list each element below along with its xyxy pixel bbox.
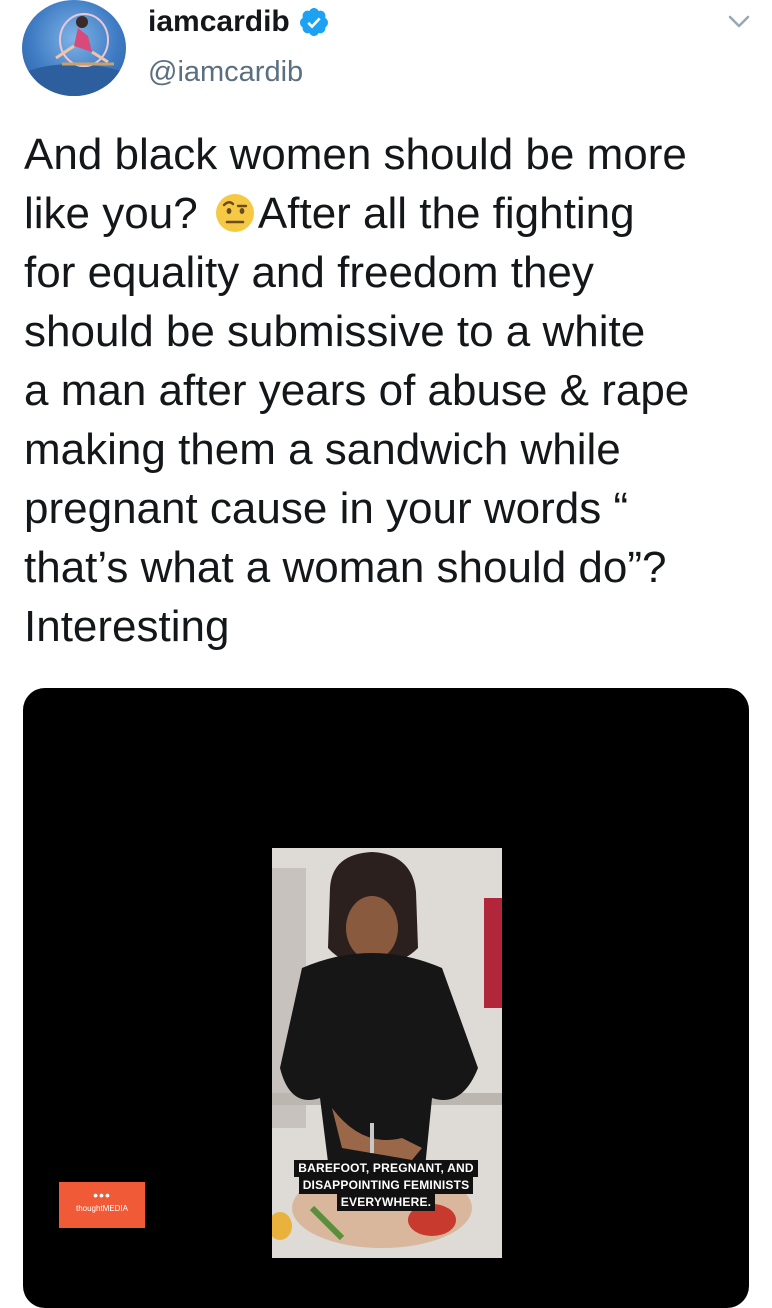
chevron-down-icon[interactable] <box>726 12 752 32</box>
raised-eyebrow-emoji-icon <box>214 190 256 232</box>
verified-badge-icon <box>298 6 330 38</box>
avatar[interactable]: Vb <box>22 0 126 96</box>
video-caption: BAREFOOT, PREGNANT, AND DISAPPOINTING FE… <box>286 1160 486 1211</box>
watermark-text: thoughtMEDIA <box>75 1204 129 1213</box>
caption-line-3: EVERYWHERE. <box>336 1194 436 1211</box>
tweet-text: And black women should be more like you?… <box>24 125 754 656</box>
caption-line-2: DISAPPOINTING FEMINISTS <box>298 1177 474 1194</box>
display-name[interactable]: iamcardib <box>148 6 290 38</box>
user-handle[interactable]: @iamcardib <box>148 56 303 88</box>
svg-text:Vb: Vb <box>28 5 39 14</box>
tweet-media[interactable]: BAREFOOT, PREGNANT, AND DISAPPOINTING FE… <box>23 688 749 1308</box>
video-thumbnail[interactable]: BAREFOOT, PREGNANT, AND DISAPPOINTING FE… <box>272 848 502 1258</box>
tweet-text-part-2: After all the fighting for equality and … <box>24 189 690 651</box>
watermark-dots: ••• <box>93 1187 111 1203</box>
watermark-logo: ••• thoughtMEDIA <box>59 1182 145 1228</box>
caption-line-1: BAREFOOT, PREGNANT, AND <box>294 1160 478 1177</box>
